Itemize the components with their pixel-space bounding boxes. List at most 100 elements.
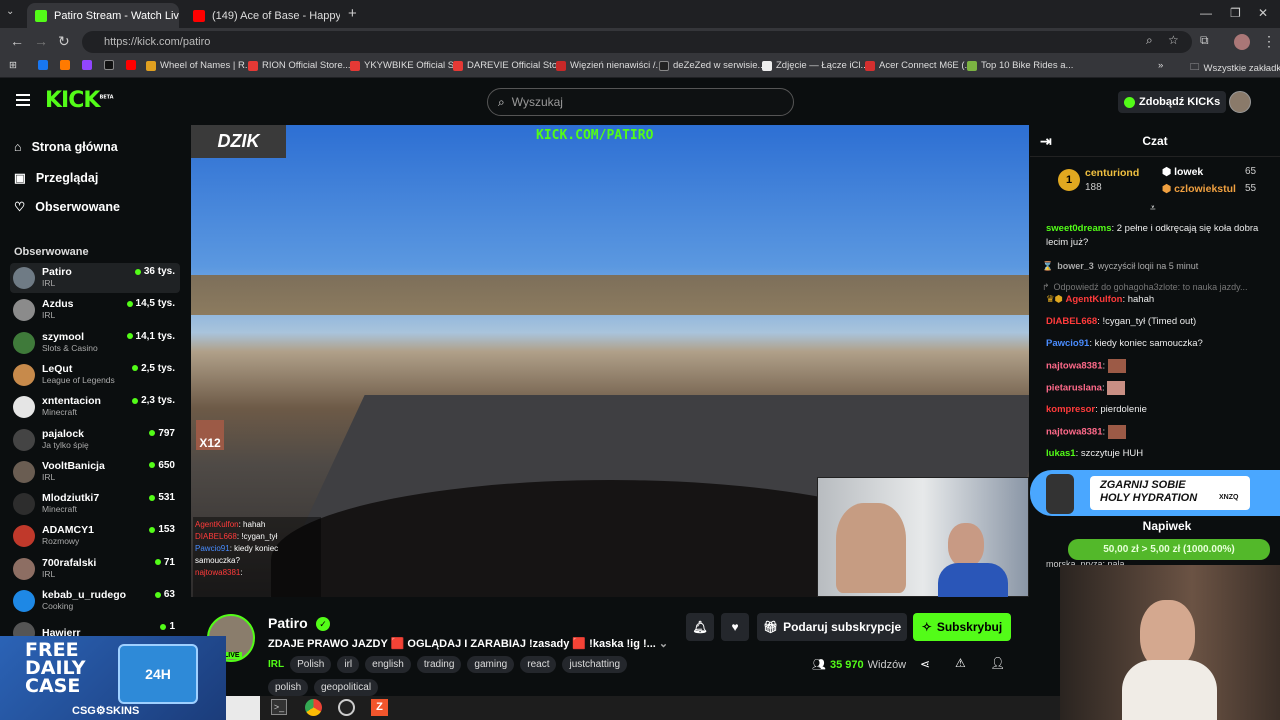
- promo-banner[interactable]: ZGARNIJ SOBIE HOLY HYDRATION XNZQ: [1030, 470, 1280, 516]
- terminal-icon[interactable]: >_: [271, 699, 287, 715]
- leader-value: 188: [1085, 182, 1102, 193]
- user-icon[interactable]: 👤︎: [990, 656, 1005, 670]
- video-player[interactable]: DZIK KICK.COM/PATIRO X12 AgentKulfon: ha…: [191, 125, 1029, 597]
- leader-name[interactable]: ⬢ lowek: [1162, 166, 1203, 178]
- viewer-label: Widzów: [867, 658, 907, 671]
- followed-channel[interactable]: 700rafalski IRL 71: [10, 554, 180, 584]
- apps-icon[interactable]: ⊞: [9, 60, 17, 71]
- bookmark-item[interactable]: RION Official Store...: [248, 60, 351, 71]
- tag[interactable]: gaming: [467, 656, 515, 673]
- new-tab-icon[interactable]: +: [348, 5, 357, 22]
- category-link[interactable]: IRL: [268, 659, 284, 670]
- treeline: [191, 275, 1029, 315]
- reload-icon[interactable]: ↻: [58, 33, 70, 50]
- bookmark-item[interactable]: DAREVIE Official Sto...: [453, 60, 565, 71]
- followed-channel[interactable]: kebab_u_rudego Cooking 63: [10, 586, 180, 616]
- tag[interactable]: justchatting: [562, 656, 628, 673]
- collapse-chat-icon[interactable]: ⇥: [1040, 125, 1052, 157]
- facebook-icon[interactable]: [38, 60, 48, 70]
- chat-message: sweet0dreams: 2 pełne i odkręcają się ko…: [1046, 223, 1259, 248]
- obs-icon[interactable]: [338, 699, 355, 716]
- browser-tab-kick[interactable]: Patiro Stream - Watch Live on K ✕: [27, 3, 179, 28]
- more-bookmarks-icon[interactable]: »: [1158, 60, 1163, 71]
- bookmark-label: Zdjęcie — Łącze iCl...: [776, 60, 869, 71]
- tab-search-icon[interactable]: ⌄: [6, 6, 14, 17]
- leader-name[interactable]: ⬢ czlowiekstul: [1162, 183, 1236, 195]
- get-kicks-button[interactable]: Zdobądź KICKs: [1118, 91, 1227, 113]
- report-icon[interactable]: ⚠: [955, 656, 966, 670]
- forward-icon[interactable]: →: [34, 33, 48, 49]
- close-window-icon[interactable]: ✕: [1258, 6, 1268, 20]
- tag[interactable]: Polish: [290, 656, 332, 673]
- ad-banner[interactable]: FREE DAILY CASE 24H CSG⚙SKINS: [0, 636, 226, 720]
- subscribe-button[interactable]: ✧ Subskrybuj: [913, 613, 1011, 641]
- nav-home[interactable]: ⌂ Strona główna: [14, 140, 118, 154]
- bookmark-item[interactable]: Top 10 Bike Rides a...: [967, 60, 1073, 71]
- bookmark-star-icon[interactable]: ☆: [1168, 33, 1179, 47]
- channel-name: kebab_u_rudego Cooking: [42, 589, 127, 612]
- tag[interactable]: trading: [416, 656, 462, 673]
- streamer-webcam: [1060, 565, 1280, 720]
- bookmark-item[interactable]: Więzień nienawiści /...: [556, 60, 663, 71]
- tag[interactable]: polish: [268, 679, 309, 696]
- bookmark-item[interactable]: deZeZed w serwisie...: [659, 60, 765, 71]
- expand-title-icon[interactable]: ⌄: [659, 638, 668, 650]
- bookmark-item[interactable]: Zdjęcie — Łącze iCl...: [762, 60, 868, 71]
- kick-coin-icon: [1124, 96, 1135, 108]
- bookmark-item[interactable]: Acer Connect M6E (...: [865, 60, 972, 71]
- kick-logo[interactable]: KICKBETA: [45, 88, 114, 113]
- tag[interactable]: irl: [337, 656, 360, 673]
- leader-name[interactable]: centuriond: [1085, 167, 1139, 179]
- notification-bell-button[interactable]: 🔔︎: [686, 613, 714, 641]
- chrome-icon[interactable]: [305, 699, 322, 716]
- hamburger-icon[interactable]: [16, 94, 30, 106]
- extensions-icon[interactable]: ⧉: [1200, 33, 1209, 48]
- live-dot-icon: [149, 430, 156, 436]
- followed-channel[interactable]: xntentacion Minecraft 2,3 tys.: [10, 392, 180, 422]
- menu-icon[interactable]: ⋮: [1262, 33, 1276, 50]
- zoom-icon[interactable]: ⌕: [1146, 33, 1153, 48]
- x-icon[interactable]: [104, 60, 114, 70]
- share-icon[interactable]: ⋖: [920, 657, 930, 671]
- user-avatar[interactable]: [1229, 91, 1251, 113]
- follow-heart-button[interactable]: ♥: [721, 613, 749, 641]
- browser-tab-youtube[interactable]: (149) Ace of Base - Happy Natio ✕: [185, 3, 340, 28]
- followed-channel[interactable]: ADAMCY1 Rozmowy 153: [10, 521, 180, 551]
- followed-channel[interactable]: szymool Slots & Casino 14,1 tys.: [10, 328, 180, 358]
- bookmark-item[interactable]: YKYWBIKE Official S...: [350, 60, 462, 71]
- tip-progress-bar: 50,00 zł > 5,00 zł (1000.00%): [1068, 539, 1270, 560]
- back-icon[interactable]: ←: [10, 33, 24, 49]
- nav-browse[interactable]: ▣ Przeglądaj: [14, 170, 99, 186]
- bookmark-icon[interactable]: [60, 60, 70, 70]
- followed-channel[interactable]: VooltBanicja IRL 650: [10, 457, 180, 487]
- nav-label: Przeglądaj: [35, 170, 99, 185]
- followed-channel[interactable]: LeQut League of Legends 2,5 tys.: [10, 360, 180, 390]
- live-dot-icon: [154, 559, 161, 566]
- profile-avatar[interactable]: [1234, 34, 1250, 50]
- leader-value: 55: [1245, 183, 1257, 194]
- followed-channel[interactable]: Mlodziutki7 Minecraft 531: [10, 489, 180, 519]
- tag[interactable]: geopolitical: [314, 679, 379, 696]
- followed-channel[interactable]: Patiro IRL 36 tys.: [10, 263, 180, 293]
- maximize-icon[interactable]: ❐: [1230, 6, 1241, 20]
- tip-title: Napiwek: [1142, 519, 1192, 533]
- app-icon[interactable]: Z: [371, 699, 388, 716]
- gift-sub-button[interactable]: 🎁︎ Podaruj subskrypcje: [757, 613, 907, 641]
- channel-name: 700rafalski IRL: [42, 556, 97, 579]
- followed-channel[interactable]: pajalock Ja tylko śpię 797: [10, 425, 180, 455]
- all-bookmarks[interactable]: 🗀 Wszystkie zakładki: [1190, 60, 1280, 76]
- channel-avatar: [13, 267, 35, 289]
- tag[interactable]: english: [365, 656, 411, 673]
- twitch-icon[interactable]: [82, 60, 92, 70]
- minimize-icon[interactable]: —: [1200, 6, 1212, 20]
- youtube-icon[interactable]: [126, 60, 136, 70]
- url-field[interactable]: https://kick.com/patiro: [82, 31, 1192, 53]
- followed-channel[interactable]: Azdus IRL 14,5 tys.: [10, 295, 180, 325]
- search-input[interactable]: ⌕ Wyszukaj: [487, 88, 794, 116]
- channel-name[interactable]: Patiro: [268, 615, 308, 631]
- bookmark-label: DAREVIE Official Sto...: [467, 60, 566, 71]
- nav-following[interactable]: ♡ Obserwowane: [14, 199, 120, 215]
- expand-leaderboard-icon[interactable]: ⩡: [1150, 203, 1156, 214]
- bookmark-item[interactable]: Wheel of Names | R...: [146, 60, 253, 71]
- tag[interactable]: react: [520, 656, 557, 673]
